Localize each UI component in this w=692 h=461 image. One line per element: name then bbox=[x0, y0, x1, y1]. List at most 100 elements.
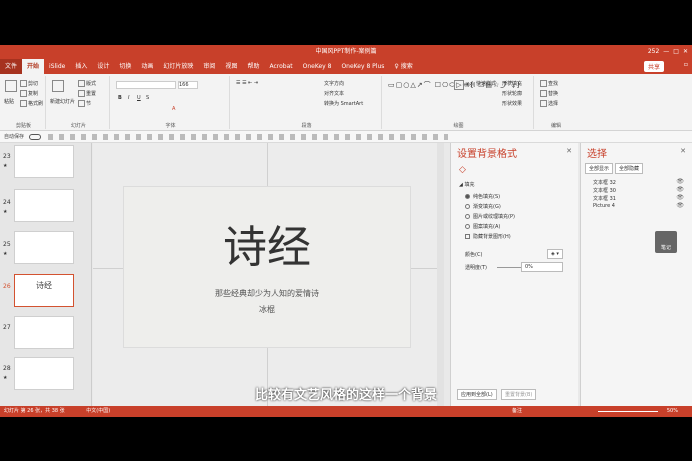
gradient-fill-option[interactable]: 渐变填充(G) bbox=[465, 203, 501, 210]
current-slide[interactable]: 诗经 那些经典却少为人知的爱情诗 冰棍 bbox=[123, 186, 411, 348]
fill-section-label: 填充 bbox=[464, 182, 475, 188]
new-slide-button[interactable] bbox=[52, 80, 65, 92]
comment-icon[interactable]: ▫ bbox=[684, 61, 688, 68]
text-direction-button[interactable]: 文字方向 bbox=[324, 80, 344, 87]
cut-button[interactable]: 剪切 bbox=[20, 80, 38, 87]
arrange-button[interactable]: 排列 bbox=[454, 80, 475, 90]
format-painter-button[interactable]: 格式刷 bbox=[20, 100, 43, 107]
underline-button[interactable]: U bbox=[137, 95, 141, 101]
slide-author[interactable]: 冰棍 bbox=[124, 304, 410, 315]
notes-overlay-button[interactable]: 笔记 bbox=[655, 231, 677, 253]
color-label: 颜色(C) bbox=[465, 252, 483, 258]
slide-thumbnail-27[interactable] bbox=[14, 316, 74, 349]
selection-item[interactable]: 文本框 32 bbox=[593, 179, 616, 186]
thumb-title-26: 诗经 bbox=[36, 281, 52, 290]
notes-button[interactable]: 备注 bbox=[512, 406, 522, 417]
bullets-button[interactable]: ☰ ☰ ⇤ ⇥ bbox=[236, 80, 258, 86]
hide-background-label: 隐藏背景图形(H) bbox=[473, 234, 511, 240]
close-pane-icon[interactable]: ✕ bbox=[566, 147, 572, 155]
shadow-button[interactable]: S bbox=[146, 95, 149, 101]
close-icon[interactable]: ✕ bbox=[683, 45, 688, 59]
close-selection-icon[interactable]: ✕ bbox=[680, 147, 686, 155]
tab-slideshow[interactable]: 幻灯片放映 bbox=[158, 59, 198, 74]
slide-thumbnail-23[interactable] bbox=[14, 145, 74, 178]
hide-bg-checkbox[interactable] bbox=[465, 234, 470, 239]
language-status[interactable]: 中文(中国) bbox=[86, 408, 110, 414]
pattern-fill-label: 图案填充(A) bbox=[473, 224, 501, 230]
font-color-button[interactable]: A bbox=[172, 106, 175, 112]
replace-button[interactable]: 替换 bbox=[540, 90, 558, 97]
pattern-fill-option[interactable]: 图案填充(A) bbox=[465, 223, 500, 230]
font-size-select[interactable]: 166 bbox=[178, 81, 198, 89]
share-button[interactable]: 共享 bbox=[643, 61, 664, 72]
tab-onekey8plus[interactable]: OneKey 8 Plus bbox=[336, 59, 389, 74]
font-name-select[interactable] bbox=[116, 81, 176, 89]
select-button[interactable]: 选择 bbox=[540, 100, 558, 107]
zoom-level[interactable]: 50% bbox=[667, 406, 678, 417]
slide-subtitle[interactable]: 那些经典却少为人知的爱情诗 bbox=[124, 288, 410, 299]
account-badge[interactable]: 252 bbox=[648, 45, 659, 59]
autosave-toggle[interactable] bbox=[28, 133, 41, 140]
tab-help[interactable]: 帮助 bbox=[242, 59, 264, 74]
color-picker-button[interactable]: ◈ ▾ bbox=[547, 249, 563, 259]
selection-item[interactable]: 文本框 30 bbox=[593, 187, 616, 194]
eye-icon[interactable]: 👁 bbox=[676, 186, 684, 193]
smartart-button[interactable]: 转换为 SmartArt bbox=[324, 100, 363, 107]
eye-icon[interactable]: 👁 bbox=[676, 202, 684, 209]
align-text-button[interactable]: 对齐文本 bbox=[324, 90, 344, 97]
toolbar-icons[interactable] bbox=[48, 134, 448, 140]
slide-thumbnail-25[interactable] bbox=[14, 231, 74, 264]
minimize-icon[interactable]: — bbox=[663, 45, 669, 59]
slide-title[interactable]: 诗经 bbox=[124, 211, 410, 275]
hide-all-button[interactable]: 全部隐藏 bbox=[615, 163, 644, 174]
tab-search[interactable]: ♀ 搜索 bbox=[389, 59, 417, 74]
shape-fill-button[interactable]: 形状填充 bbox=[502, 80, 522, 87]
thumb-star-28: ★ bbox=[3, 375, 8, 381]
tab-design[interactable]: 设计 bbox=[92, 59, 114, 74]
shape-outline-button[interactable]: 形状轮廓 bbox=[502, 90, 522, 97]
radio-picture[interactable] bbox=[465, 214, 470, 219]
find-button[interactable]: 查找 bbox=[540, 80, 558, 87]
tab-view[interactable]: 视图 bbox=[220, 59, 242, 74]
tab-onekey8[interactable]: OneKey 8 bbox=[298, 59, 337, 74]
zoom-slider[interactable] bbox=[598, 411, 658, 412]
radio-pattern[interactable] bbox=[465, 224, 470, 229]
reset-button[interactable]: 重置 bbox=[78, 90, 96, 97]
paste-button[interactable] bbox=[5, 80, 18, 92]
selection-item[interactable]: 文本框 31 bbox=[593, 195, 616, 202]
quick-styles-button[interactable]: 快速样式 bbox=[476, 80, 496, 87]
radio-gradient[interactable] bbox=[465, 204, 470, 209]
slide-thumbnail-24[interactable] bbox=[14, 189, 74, 222]
radio-solid[interactable] bbox=[465, 194, 470, 199]
tab-animations[interactable]: 动画 bbox=[136, 59, 158, 74]
copy-button[interactable]: 复制 bbox=[20, 90, 38, 97]
slide-editing-canvas[interactable]: 诗经 那些经典却少为人知的爱情诗 冰棍 bbox=[93, 143, 444, 406]
tab-insert[interactable]: 插入 bbox=[70, 59, 92, 74]
section-button[interactable]: 节 bbox=[78, 100, 91, 107]
slide-thumbnail-26[interactable]: 诗经 bbox=[14, 274, 74, 307]
fill-bucket-icon[interactable]: ◇ bbox=[459, 165, 466, 175]
bold-button[interactable]: B bbox=[118, 95, 122, 101]
eye-icon[interactable]: 👁 bbox=[676, 178, 684, 185]
transparency-input[interactable]: 0% bbox=[521, 262, 563, 272]
fill-section-header[interactable]: ◢ 填充 bbox=[459, 181, 474, 188]
thumb-num-28: 28 bbox=[3, 365, 11, 372]
italic-button[interactable]: I bbox=[128, 95, 129, 101]
show-all-button[interactable]: 全部显示 bbox=[585, 163, 614, 174]
tab-transitions[interactable]: 切换 bbox=[114, 59, 136, 74]
tab-islide[interactable]: iSlide bbox=[44, 59, 70, 74]
solid-fill-option[interactable]: 纯色填充(S) bbox=[465, 193, 500, 200]
hide-background-option[interactable]: 隐藏背景图形(H) bbox=[465, 233, 511, 240]
shape-effects-button[interactable]: 形状效果 bbox=[502, 100, 522, 107]
eye-icon[interactable]: 👁 bbox=[676, 194, 684, 201]
tab-review[interactable]: 审阅 bbox=[198, 59, 220, 74]
layout-button[interactable]: 版式 bbox=[78, 80, 96, 87]
tab-home[interactable]: 开始 bbox=[22, 59, 45, 74]
picture-fill-option[interactable]: 图片或纹理填充(P) bbox=[465, 213, 515, 220]
selection-item[interactable]: Picture 4 bbox=[593, 203, 615, 209]
paragraph-group-label: 段落 bbox=[301, 123, 312, 129]
tab-acrobat[interactable]: Acrobat bbox=[264, 59, 297, 74]
canvas-scrollbar[interactable] bbox=[437, 143, 444, 406]
maximize-icon[interactable]: □ bbox=[673, 45, 679, 59]
tab-file[interactable]: 文件 bbox=[0, 59, 23, 74]
